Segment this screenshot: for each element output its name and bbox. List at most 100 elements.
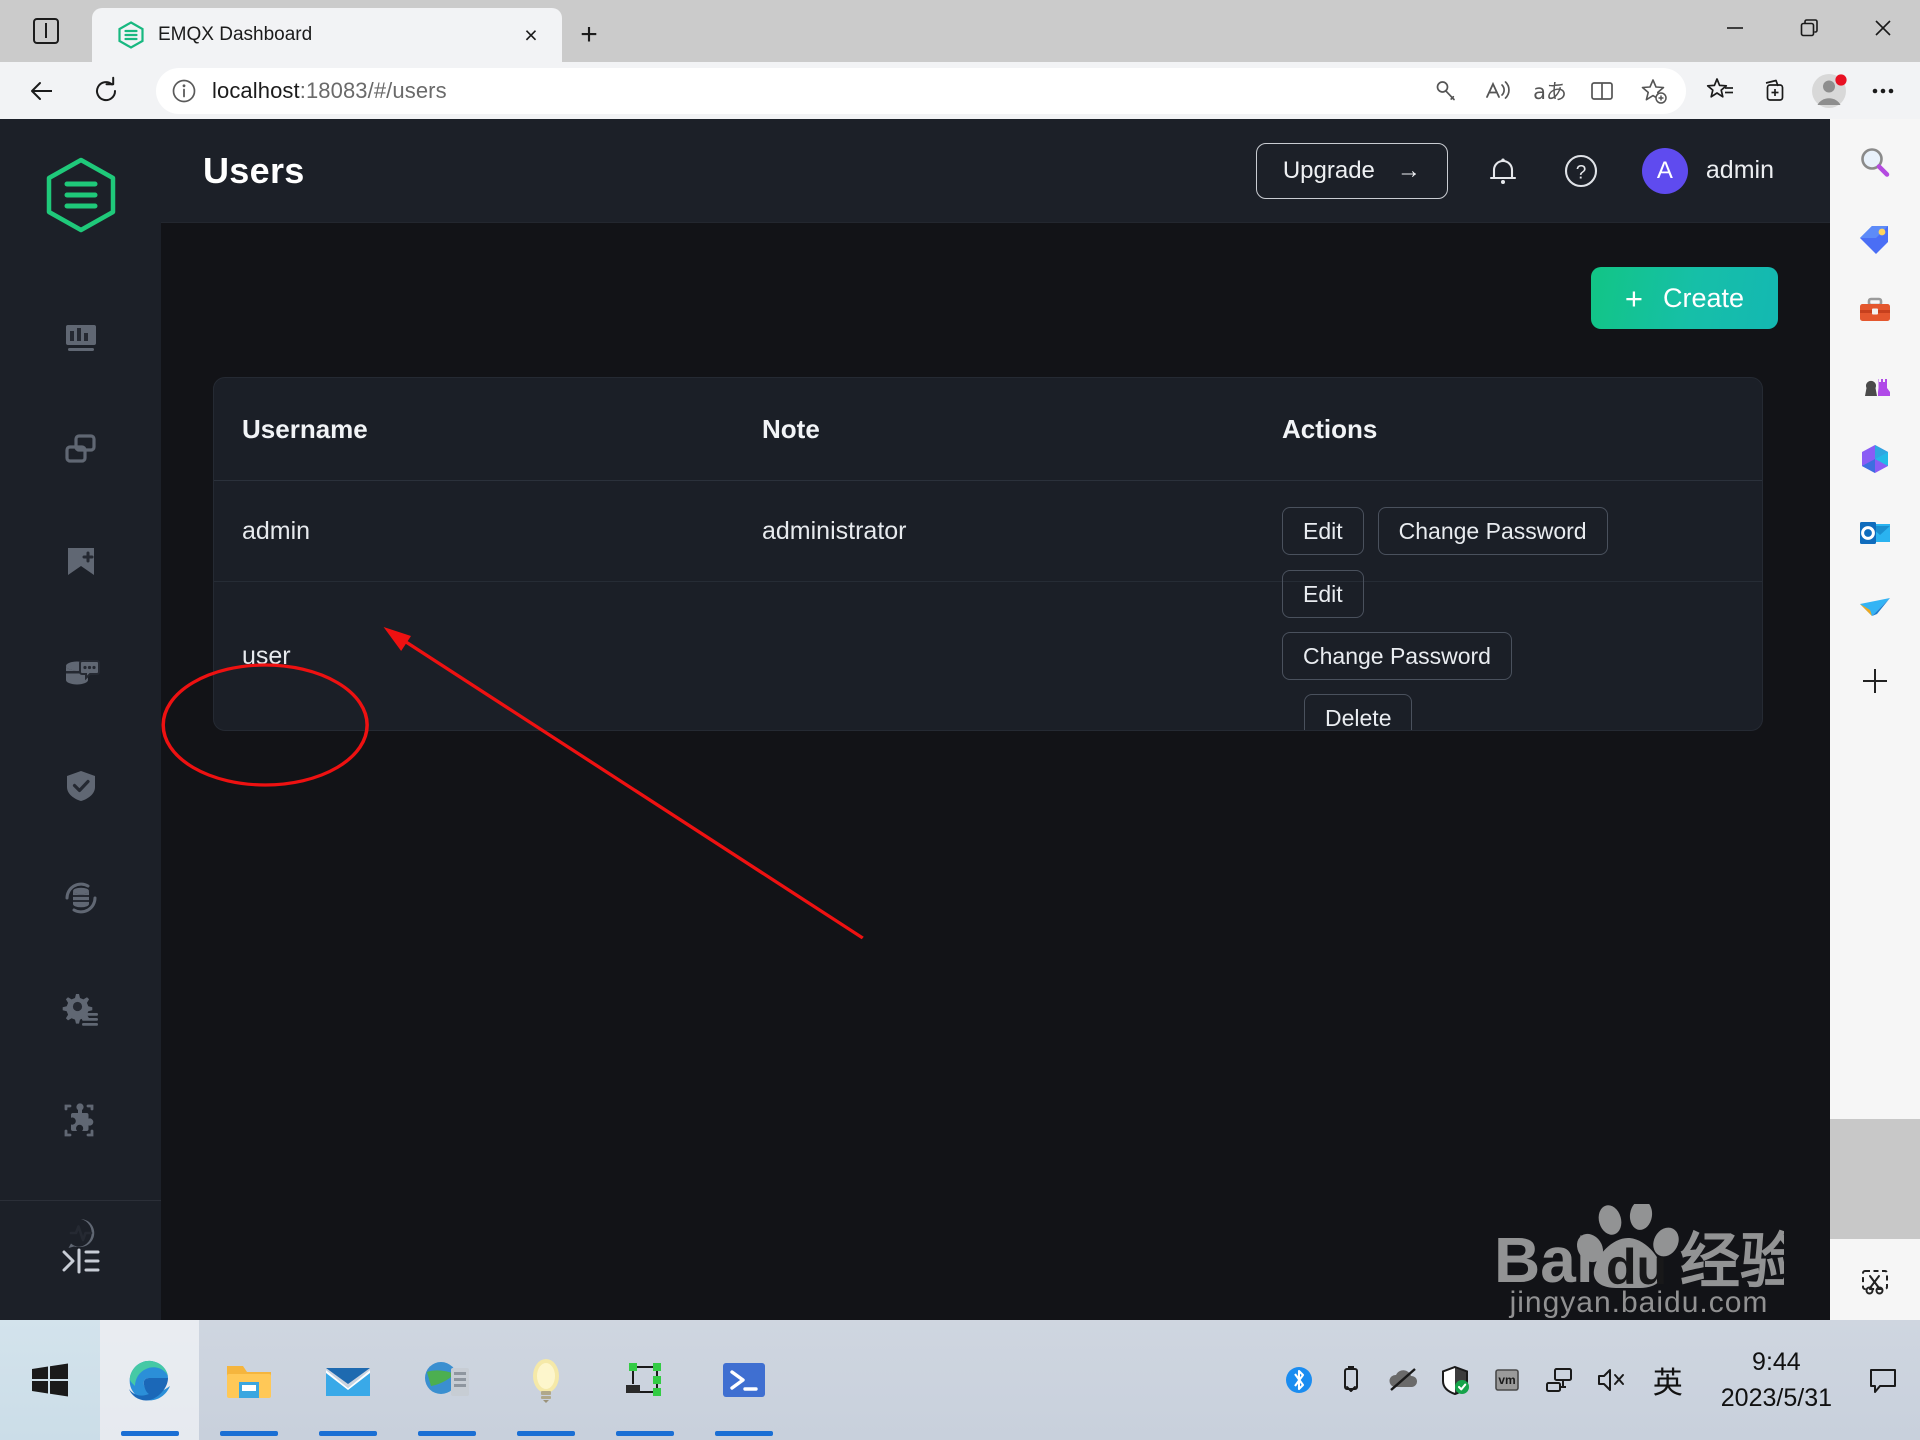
games-icon[interactable] [1849, 359, 1901, 411]
read-aloud-icon[interactable] [1474, 68, 1522, 114]
taskbar-ideas[interactable] [496, 1320, 595, 1440]
favorites-icon[interactable] [1694, 68, 1748, 114]
add-icon[interactable] [1849, 655, 1901, 707]
taskbar-active-indicator [714, 1431, 773, 1436]
outlook-icon[interactable] [1849, 507, 1901, 559]
tab-search-icon [33, 18, 59, 44]
browser-tab[interactable]: EMQX Dashboard × [92, 8, 562, 62]
key-icon[interactable] [1422, 68, 1470, 114]
upgrade-button[interactable]: Upgrade → [1255, 142, 1448, 199]
column-header-note: Note [762, 413, 820, 444]
url-path: :18083/#/users [299, 77, 447, 103]
add-favorite-icon[interactable] [1630, 68, 1678, 114]
clock-time: 9:44 [1752, 1347, 1801, 1376]
close-tab-icon[interactable]: × [514, 18, 548, 52]
split-screen-icon[interactable] [1578, 68, 1626, 114]
column-header-actions: Actions [1254, 414, 1762, 445]
sidebar-item-management[interactable] [0, 954, 161, 1066]
taskbar-network-tool[interactable] [595, 1320, 694, 1440]
defender-shield-icon[interactable] [1429, 1320, 1481, 1440]
browser-toolbar: localhost:18083/#/users aあ [0, 62, 1920, 119]
shopping-tag-icon[interactable] [1849, 211, 1901, 263]
svg-text:?: ? [1576, 162, 1587, 183]
reload-icon[interactable] [78, 68, 134, 114]
new-tab-button[interactable]: + [562, 8, 616, 62]
delete-button[interactable]: Delete [1304, 694, 1413, 730]
restore-icon[interactable] [1772, 0, 1846, 56]
taskbar-iis-manager[interactable] [397, 1320, 496, 1440]
edit-button[interactable]: Edit [1282, 570, 1364, 618]
language-indicator[interactable]: 英 [1637, 1358, 1699, 1402]
taskbar-active-indicator [120, 1431, 179, 1436]
sidebar-item-clients[interactable] [0, 394, 161, 506]
plus-icon: + [1624, 280, 1643, 316]
cell-actions: Edit Change Password Delete [1254, 570, 1564, 730]
help-circle-icon[interactable]: ? [1558, 148, 1604, 194]
windows-start-icon[interactable] [0, 1320, 100, 1440]
taskbar-active-indicator [318, 1431, 377, 1436]
sidebar-item-data-integration[interactable] [0, 842, 161, 954]
tab-actions-button[interactable] [0, 0, 92, 62]
tab-title: EMQX Dashboard [158, 24, 313, 45]
taskbar-active-indicator [516, 1431, 575, 1436]
edit-button[interactable]: Edit [1282, 507, 1364, 555]
office-icon[interactable] [1849, 433, 1901, 485]
taskbar-mail[interactable] [298, 1320, 397, 1440]
emqx-sidebar [0, 119, 161, 1320]
back-icon[interactable] [14, 68, 70, 114]
search-icon[interactable] [1849, 137, 1901, 189]
notification-bell-icon[interactable] [1480, 148, 1526, 194]
edge-sidebar [1830, 119, 1920, 1119]
sidebar-item-retained[interactable] [0, 618, 161, 730]
tools-briefcase-icon[interactable] [1849, 285, 1901, 337]
column-header-actions-label: Actions [1282, 413, 1378, 444]
cell-actions: Edit Change Password [1254, 507, 1762, 555]
arrow-right-icon: → [1396, 156, 1421, 184]
screenshot-scissors-icon[interactable] [1849, 1257, 1901, 1309]
collapse-sidebar-button[interactable] [0, 1200, 161, 1320]
sidebar-item-topics[interactable] [0, 506, 161, 618]
close-icon[interactable] [1846, 0, 1920, 56]
window-controls [1698, 0, 1920, 62]
minimize-icon[interactable] [1698, 0, 1772, 56]
usb-eject-icon[interactable] [1325, 1320, 1377, 1440]
emqx-hexagon-icon [118, 21, 144, 49]
address-bar[interactable]: localhost:18083/#/users aあ [156, 67, 1686, 114]
bluetooth-icon[interactable] [1273, 1320, 1325, 1440]
translate-icon[interactable]: aあ [1526, 68, 1574, 114]
collections-icon[interactable] [1748, 68, 1802, 114]
profile-icon[interactable] [1802, 68, 1856, 114]
volume-muted-icon[interactable] [1585, 1320, 1637, 1440]
sidebar-item-dashboard[interactable] [0, 282, 161, 394]
send-plane-icon[interactable] [1849, 581, 1901, 633]
emqx-dashboard-page: Users Upgrade → ? A admin + Create Usern… [0, 119, 1830, 1320]
notification-icon[interactable] [1854, 1320, 1912, 1440]
vm-icon[interactable]: vm [1481, 1320, 1533, 1440]
site-info-icon[interactable] [156, 68, 212, 114]
emqx-logo[interactable] [45, 157, 117, 238]
network-icon[interactable] [1533, 1320, 1585, 1440]
url-host: localhost [212, 77, 300, 103]
avatar: A [1641, 147, 1688, 194]
taskbar-powershell[interactable] [694, 1320, 793, 1440]
taskbar-active-indicator [615, 1431, 674, 1436]
change-password-button[interactable]: Change Password [1282, 632, 1512, 680]
change-password-button[interactable]: Change Password [1377, 507, 1608, 555]
clock[interactable]: 9:44 2023/5/31 [1699, 1320, 1854, 1440]
taskbar-file-explorer[interactable] [199, 1320, 298, 1440]
clock-date: 2023/5/31 [1720, 1384, 1832, 1412]
sidebar-item-extensions[interactable] [0, 1066, 161, 1178]
sidebar-item-access-control[interactable] [0, 730, 161, 842]
settings-and-more-icon[interactable] [1856, 68, 1910, 114]
address-bar-url: localhost:18083/#/users [212, 78, 1422, 104]
username-label: admin [1705, 156, 1774, 184]
user-menu[interactable]: A admin [1641, 147, 1774, 194]
emqx-content: Users Upgrade → ? A admin + Create Usern… [161, 119, 1830, 1320]
table-toolbar: + Create [213, 267, 1778, 329]
cell-note: administrator [762, 516, 907, 545]
svg-text:vm: vm [1498, 1373, 1515, 1387]
taskbar-microsoft-edge[interactable] [100, 1320, 199, 1440]
cell-username: user [242, 641, 291, 670]
create-button[interactable]: + Create [1590, 267, 1778, 329]
onedrive-offline-icon[interactable] [1377, 1320, 1429, 1440]
